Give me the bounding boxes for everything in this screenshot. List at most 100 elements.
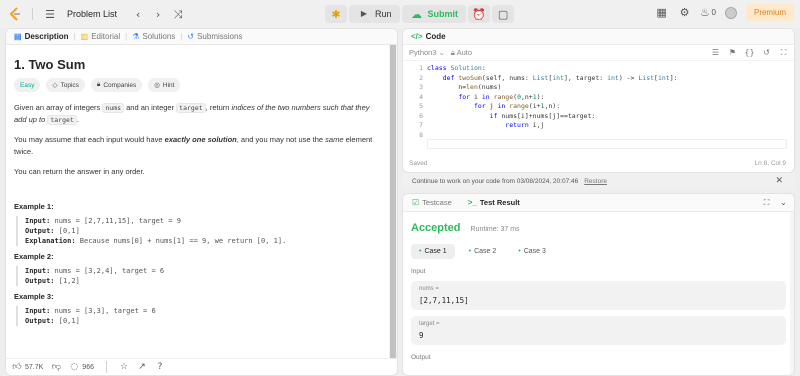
help-button[interactable]: ?: [155, 360, 165, 374]
previous-problem-icon[interactable]: ‹: [131, 7, 145, 21]
code-line: class Solution:: [427, 64, 486, 72]
code-line: for i in range(0,n+1):: [458, 92, 545, 101]
code-editor[interactable]: 1 2 3 4 5 6 7 8 class Solution: def twoS…: [403, 64, 794, 164]
tab-description[interactable]: ▤ Description: [11, 32, 72, 41]
expand-icon[interactable]: ⛶: [762, 198, 771, 207]
submit-button[interactable]: ☁ Submit: [401, 5, 467, 23]
tab-code[interactable]: </> Code: [408, 32, 449, 41]
auto-toggle[interactable]: 🔒︎ Auto: [451, 48, 472, 58]
tab-test-result[interactable]: >_ Test Result: [465, 198, 523, 207]
problem-description: 1. Two Sum Easy ◇ Topics 🔒︎ Companies ◎ Hin…: [6, 45, 391, 361]
explanation-value: Because nums[0] + nums[1] == 9, we retur…: [75, 237, 287, 245]
restore-link[interactable]: Restore: [584, 178, 607, 185]
language-select[interactable]: Python3 ⌄: [409, 48, 445, 57]
input-label: Input:: [25, 267, 51, 275]
tab-editorial-label: Editorial: [91, 32, 121, 41]
code-line: def twoSum(self, nums: List[int], target…: [442, 73, 678, 82]
tag-icon: ◇: [52, 82, 58, 89]
lock-icon: 🔒︎: [450, 47, 455, 57]
dislike-button[interactable]: 👎︎: [51, 360, 61, 374]
input-value: nums = [2,7,11,15], target = 9: [50, 217, 181, 225]
output-value: [0,1]: [54, 317, 80, 325]
tab-solutions-label: Solutions: [142, 32, 176, 41]
scrollbar-thumb[interactable]: [390, 45, 396, 361]
case-tab[interactable]: • Case 3: [510, 244, 554, 259]
debug-button[interactable]: ✱: [325, 5, 347, 23]
fullscreen-icon[interactable]: ⛶: [779, 48, 788, 57]
tab-editorial[interactable]: ▥ Editorial: [78, 32, 123, 41]
streak-count: 0: [711, 8, 716, 17]
streak-counter[interactable]: ♨ 0: [700, 6, 716, 20]
problem-list-link[interactable]: Problem List: [67, 9, 117, 19]
reset-icon[interactable]: ↺: [762, 48, 771, 57]
inline-code: nums: [102, 103, 125, 113]
run-button[interactable]: ▶ Run: [349, 5, 400, 23]
problem-statement: Given an array of integers nums and an i…: [14, 102, 383, 126]
collapse-icon[interactable]: ⌄: [779, 198, 788, 207]
case-tabs: • Case 1 • Case 2 • Case 3: [403, 234, 794, 259]
example-title: Example 2:: [14, 252, 54, 261]
emphasis-text: same: [325, 135, 344, 144]
line-number: 3: [419, 83, 423, 91]
line-number: 4: [419, 92, 423, 101]
problem-title[interactable]: 1. Two Sum: [14, 57, 383, 72]
divider: [105, 361, 107, 373]
timer-button[interactable]: ⏰: [468, 5, 491, 23]
alarm-clock-icon: ⏰: [472, 7, 486, 21]
run-label: Run: [375, 9, 392, 19]
tab-testcase-label: Testcase: [422, 198, 452, 207]
tab-submissions[interactable]: ↺ Submissions: [184, 32, 245, 41]
text: .: [76, 115, 79, 124]
topics-button[interactable]: ◇ Topics: [46, 78, 85, 92]
book-icon: ▥: [80, 32, 89, 41]
bookmark-icon[interactable]: ⚑: [728, 48, 737, 57]
layout-grid-icon[interactable]: ▦: [655, 6, 669, 20]
description-scrollbar[interactable]: [389, 45, 397, 361]
output-value: [0,1]: [54, 227, 80, 235]
next-problem-icon[interactable]: ›: [151, 7, 165, 21]
tab-testcase[interactable]: ☑ Testcase: [409, 198, 455, 207]
comment-icon: ◌: [70, 361, 79, 372]
case-label: Case 1: [424, 248, 447, 255]
document-icon: ▤: [14, 32, 22, 41]
companies-button[interactable]: 🔒︎ Companies: [90, 78, 143, 92]
format-icon[interactable]: ☰: [711, 48, 720, 57]
comments-button[interactable]: ◌ 966: [69, 360, 94, 374]
hint-button[interactable]: ◎ Hint: [148, 78, 181, 92]
tab-solutions[interactable]: ⚗ Solutions: [129, 32, 178, 41]
random-problem-icon[interactable]: ⤨: [171, 7, 185, 21]
language-value: Python3: [409, 48, 437, 57]
result-scrollbar[interactable]: [790, 212, 794, 375]
question-icon: ?: [157, 361, 163, 372]
problem-list-icon[interactable]: ☰: [43, 7, 57, 21]
avatar[interactable]: [724, 6, 737, 19]
input-label: Input:: [25, 217, 51, 225]
result-actions: ⛶ ⌄: [762, 198, 788, 207]
premium-button[interactable]: Premium: [745, 4, 794, 21]
save-status: Saved: [409, 160, 428, 167]
leetcode-logo-icon[interactable]: [8, 7, 22, 21]
input-nums-box: nums = [2,7,11,15]: [411, 281, 786, 310]
notes-button[interactable]: ▢: [492, 5, 515, 23]
settings-gear-icon[interactable]: ⚙: [678, 6, 692, 20]
share-button[interactable]: ↗: [137, 360, 147, 374]
code-panel: </> Code Python3 ⌄ 🔒︎ Auto ☰ ⚑ {} ↺ ⛶ 1 2…: [402, 28, 795, 173]
example-title: Example 1:: [14, 202, 54, 211]
submit-label: Submit: [427, 9, 459, 19]
text: You may assume that each input would hav…: [14, 135, 165, 144]
case-tab[interactable]: • Case 1: [411, 244, 455, 259]
tab-divider: |: [125, 32, 128, 41]
input-nums-label: nums =: [419, 286, 439, 292]
close-icon[interactable]: ✕: [775, 175, 783, 186]
favorite-button[interactable]: ☆: [119, 360, 129, 374]
thumbs-up-icon: 👍︎: [12, 361, 22, 372]
input-target-value: 9: [419, 331, 424, 340]
braces-icon[interactable]: {}: [744, 48, 754, 57]
tab-code-label: Code: [425, 32, 446, 41]
input-section-label: Input: [411, 268, 426, 275]
case-tab[interactable]: • Case 2: [461, 244, 505, 259]
like-button[interactable]: 👍︎ 57.7K: [12, 360, 43, 374]
difficulty-badge: Easy: [14, 78, 41, 92]
line-number: 5: [419, 102, 423, 110]
line-number: 2: [419, 73, 423, 82]
